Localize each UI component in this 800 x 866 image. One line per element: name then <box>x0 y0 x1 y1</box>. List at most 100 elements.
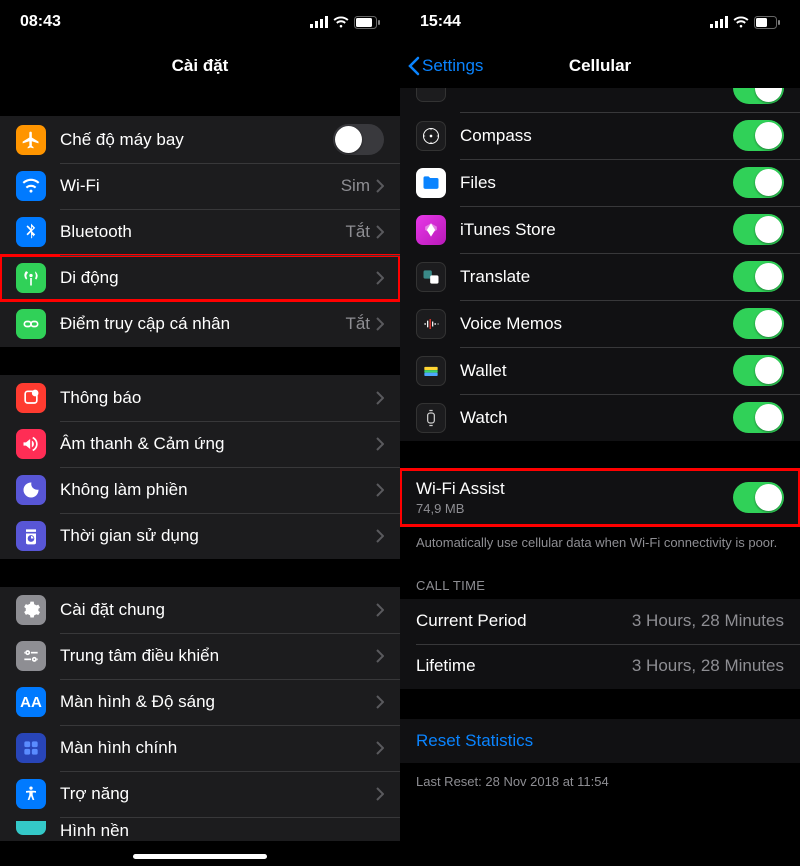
row-hotspot[interactable]: Điểm truy cập cá nhân Tắt <box>0 301 400 347</box>
app-label: iTunes Store <box>460 220 733 240</box>
toggle-compass[interactable] <box>733 120 784 151</box>
chevron-left-icon <box>408 56 420 76</box>
row-label: Màn hình & Độ sáng <box>60 692 376 712</box>
back-button[interactable]: Settings <box>408 56 483 76</box>
control-center-icon <box>16 641 46 671</box>
battery-icon <box>754 16 780 29</box>
notifications-icon <box>16 383 46 413</box>
toggle-voice[interactable] <box>733 308 784 339</box>
right-screenshot: 15:44 Settings Cellular Compass <box>400 0 800 866</box>
toggle-files[interactable] <box>733 167 784 198</box>
app-label: Wallet <box>460 361 733 381</box>
wifi-icon <box>733 16 749 28</box>
signal-icon <box>310 16 328 28</box>
row-label: Chế độ máy bay <box>60 130 333 150</box>
row-home-screen[interactable]: Màn hình chính <box>0 725 400 771</box>
status-icons <box>710 16 780 29</box>
row-app-wallet[interactable]: Wallet <box>400 347 800 394</box>
display-icon: AA <box>16 687 46 717</box>
toggle-watch[interactable] <box>733 402 784 433</box>
wifi-assist-label: Wi-Fi Assist <box>416 479 733 499</box>
row-app-clock[interactable] <box>400 88 800 112</box>
row-bluetooth[interactable]: Bluetooth Tắt <box>0 209 400 255</box>
row-app-watch[interactable]: Watch <box>400 394 800 441</box>
section-call-time: CALL TIME <box>400 560 800 599</box>
chevron-right-icon <box>376 271 384 285</box>
signal-icon <box>710 16 728 28</box>
chevron-right-icon <box>376 483 384 497</box>
airplane-toggle[interactable] <box>333 124 384 155</box>
chevron-right-icon <box>376 741 384 755</box>
row-current-period[interactable]: Current Period 3 Hours, 28 Minutes <box>400 599 800 644</box>
bluetooth-icon <box>16 217 46 247</box>
nav-title: Cài đặt <box>0 44 400 88</box>
reset-statistics-button[interactable]: Reset Statistics <box>400 719 800 763</box>
row-label: Wi-Fi <box>60 176 341 196</box>
row-airplane[interactable]: Chế độ máy bay <box>0 116 400 163</box>
chevron-right-icon <box>376 225 384 239</box>
hotspot-icon <box>16 309 46 339</box>
row-screentime[interactable]: Thời gian sử dụng <box>0 513 400 559</box>
wifi-settings-icon <box>16 171 46 201</box>
row-notifications[interactable]: Thông báo <box>0 375 400 421</box>
row-app-files[interactable]: Files <box>400 159 800 206</box>
row-sounds[interactable]: Âm thanh & Cảm ứng <box>0 421 400 467</box>
battery-icon <box>354 16 380 29</box>
status-icons <box>310 16 380 29</box>
toggle-wallet[interactable] <box>733 355 784 386</box>
chevron-right-icon <box>376 603 384 617</box>
row-wallpaper[interactable]: Hình nền <box>0 817 400 841</box>
row-display[interactable]: AA Màn hình & Độ sáng <box>0 679 400 725</box>
itunes-icon <box>416 215 446 245</box>
row-dnd[interactable]: Không làm phiền <box>0 467 400 513</box>
toggle-clock[interactable] <box>733 88 784 104</box>
toggle-itunes[interactable] <box>733 214 784 245</box>
row-app-itunes[interactable]: iTunes Store <box>400 206 800 253</box>
nav-bar: Settings Cellular <box>400 44 800 88</box>
row-accessibility[interactable]: Trợ năng <box>0 771 400 817</box>
app-label: Compass <box>460 126 733 146</box>
wifi-assist-description: Automatically use cellular data when Wi-… <box>400 526 800 560</box>
chevron-right-icon <box>376 529 384 543</box>
row-wifi[interactable]: Wi-Fi Sim‎ <box>0 163 400 209</box>
row-label: Thông báo <box>60 388 376 408</box>
cellular-list[interactable]: Compass Files iTunes Store Translate Voi <box>400 88 800 866</box>
general-icon <box>16 595 46 625</box>
row-cellular[interactable]: Di động <box>0 255 400 301</box>
app-label: Translate <box>460 267 733 287</box>
settings-list[interactable]: Chế độ máy bay Wi-Fi Sim‎ Bluetooth Tắt … <box>0 88 400 866</box>
row-general[interactable]: Cài đặt chung <box>0 587 400 633</box>
toggle-translate[interactable] <box>733 261 784 292</box>
sounds-icon <box>16 429 46 459</box>
row-wifi-assist[interactable]: Wi-Fi Assist 74,9 MB <box>400 469 800 526</box>
row-value: Sim‎ <box>341 176 370 196</box>
cellular-icon <box>16 263 46 293</box>
row-app-voice-memos[interactable]: Voice Memos <box>400 300 800 347</box>
row-label: Không làm phiền <box>60 480 376 500</box>
row-lifetime[interactable]: Lifetime 3 Hours, 28 Minutes <box>400 644 800 689</box>
status-time: 08:43 <box>20 13 61 31</box>
status-bar: 08:43 <box>0 0 400 44</box>
row-label: Màn hình chính <box>60 738 376 758</box>
chevron-right-icon <box>376 437 384 451</box>
app-label: Files <box>460 173 733 193</box>
voice-memos-icon <box>416 309 446 339</box>
wifi-icon <box>333 16 349 28</box>
row-label: Lifetime <box>416 656 632 676</box>
row-control-center[interactable]: Trung tâm điều khiển <box>0 633 400 679</box>
row-app-compass[interactable]: Compass <box>400 112 800 159</box>
airplane-icon <box>16 125 46 155</box>
status-bar: 15:44 <box>400 0 800 44</box>
app-label: Voice Memos <box>460 314 733 334</box>
files-icon <box>416 168 446 198</box>
row-value: 3 Hours, 28 Minutes <box>632 611 784 631</box>
toggle-wifi-assist[interactable] <box>733 482 784 513</box>
home-indicator[interactable] <box>133 854 267 859</box>
row-value: 3 Hours, 28 Minutes <box>632 656 784 676</box>
watch-icon <box>416 403 446 433</box>
row-label: Trợ năng <box>60 784 376 804</box>
row-value: Tắt <box>345 222 370 242</box>
last-reset-text: Last Reset: 28 Nov 2018 at 11:54 <box>400 763 800 799</box>
row-label: Cài đặt chung <box>60 600 376 620</box>
row-app-translate[interactable]: Translate <box>400 253 800 300</box>
